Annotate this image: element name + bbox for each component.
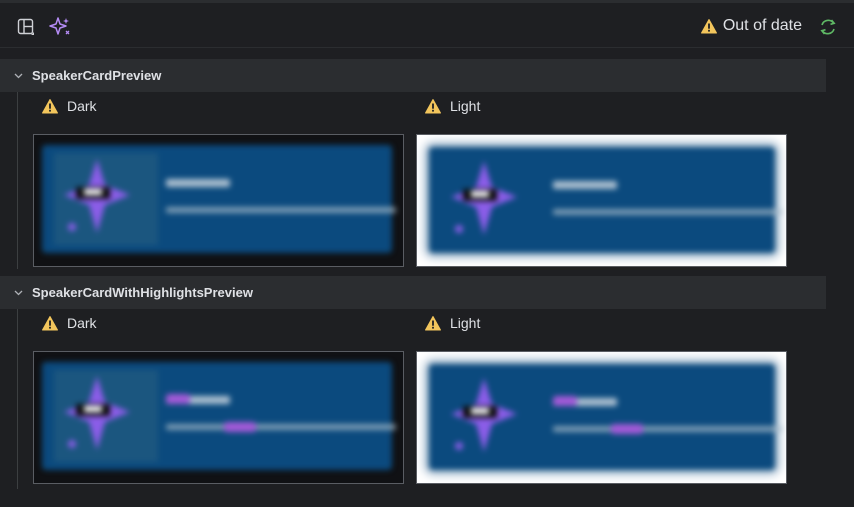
- chevron-down-icon[interactable]: [12, 73, 24, 79]
- status-indicator: Out of date: [700, 17, 802, 35]
- refresh-icon[interactable]: [817, 16, 839, 38]
- group-guide-line: [17, 92, 18, 269]
- preview-frame-dark[interactable]: [33, 134, 404, 267]
- star-logo-icon: [64, 159, 130, 233]
- sparkles-icon[interactable]: [49, 16, 71, 38]
- group-title: SpeakerCardPreview: [32, 68, 162, 83]
- variant-label-light: Light: [425, 98, 480, 114]
- star-logo-icon: [451, 378, 517, 452]
- group-header-speakercardwithhighlightspreview[interactable]: SpeakerCardWithHighlightsPreview: [0, 276, 826, 309]
- warning-icon: [425, 315, 441, 330]
- group-guide-line: [17, 309, 18, 489]
- variant-label-light: Light: [425, 315, 480, 331]
- preview-toolbar: Out of date: [0, 4, 854, 48]
- layout-panel-icon[interactable]: [15, 16, 37, 38]
- speaker-card-preview: [42, 145, 396, 253]
- warning-icon: [425, 98, 441, 113]
- variant-label-dark: Dark: [42, 98, 97, 114]
- speaker-card-preview: [429, 147, 783, 253]
- top-border: [0, 0, 854, 3]
- speaker-card-highlights-preview: [42, 362, 396, 470]
- warning-icon: [700, 18, 717, 33]
- preview-frame-light[interactable]: [416, 351, 787, 484]
- status-text: Out of date: [722, 17, 802, 34]
- star-logo-icon: [451, 161, 517, 235]
- warning-icon: [42, 315, 58, 330]
- star-logo-icon: [64, 376, 130, 450]
- group-header-speakercardpreview[interactable]: SpeakerCardPreview: [0, 59, 826, 92]
- chevron-down-icon[interactable]: [12, 290, 24, 296]
- warning-icon: [42, 98, 58, 113]
- variant-label-dark: Dark: [42, 315, 97, 331]
- preview-frame-dark[interactable]: [33, 351, 404, 484]
- preview-frame-light[interactable]: [416, 134, 787, 267]
- speaker-card-highlights-preview: [429, 364, 783, 470]
- group-title: SpeakerCardWithHighlightsPreview: [32, 285, 253, 300]
